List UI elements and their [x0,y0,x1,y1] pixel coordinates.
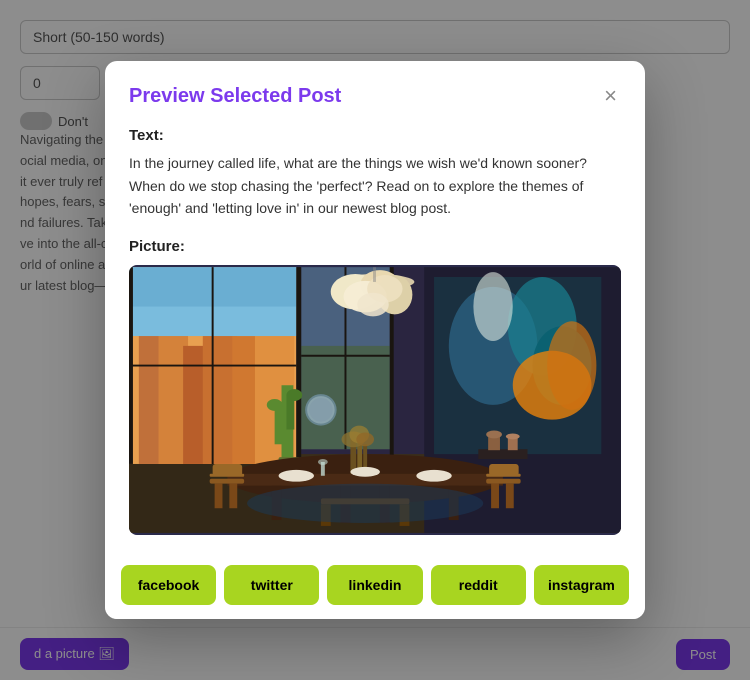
dining-room-illustration [129,265,621,535]
modal-overlay: Preview Selected Post × Text: In the jou… [0,0,750,680]
instagram-button[interactable]: instagram [534,565,629,605]
linkedin-button[interactable]: linkedin [327,565,422,605]
post-text-content: In the journey called life, what are the… [129,152,621,219]
modal-title: Preview Selected Post [129,85,341,108]
reddit-button[interactable]: reddit [431,565,526,605]
text-section-label: Text: [129,127,621,144]
modal-close-button[interactable]: × [600,81,621,111]
post-image [129,265,621,535]
preview-modal: Preview Selected Post × Text: In the jou… [105,61,645,618]
picture-section-label: Picture: [129,238,621,255]
modal-footer: facebook twitter linkedin reddit instagr… [105,551,645,619]
twitter-button[interactable]: twitter [224,565,319,605]
modal-header: Preview Selected Post × [105,61,645,127]
facebook-button[interactable]: facebook [121,565,216,605]
modal-body: Text: In the journey called life, what a… [105,127,645,550]
